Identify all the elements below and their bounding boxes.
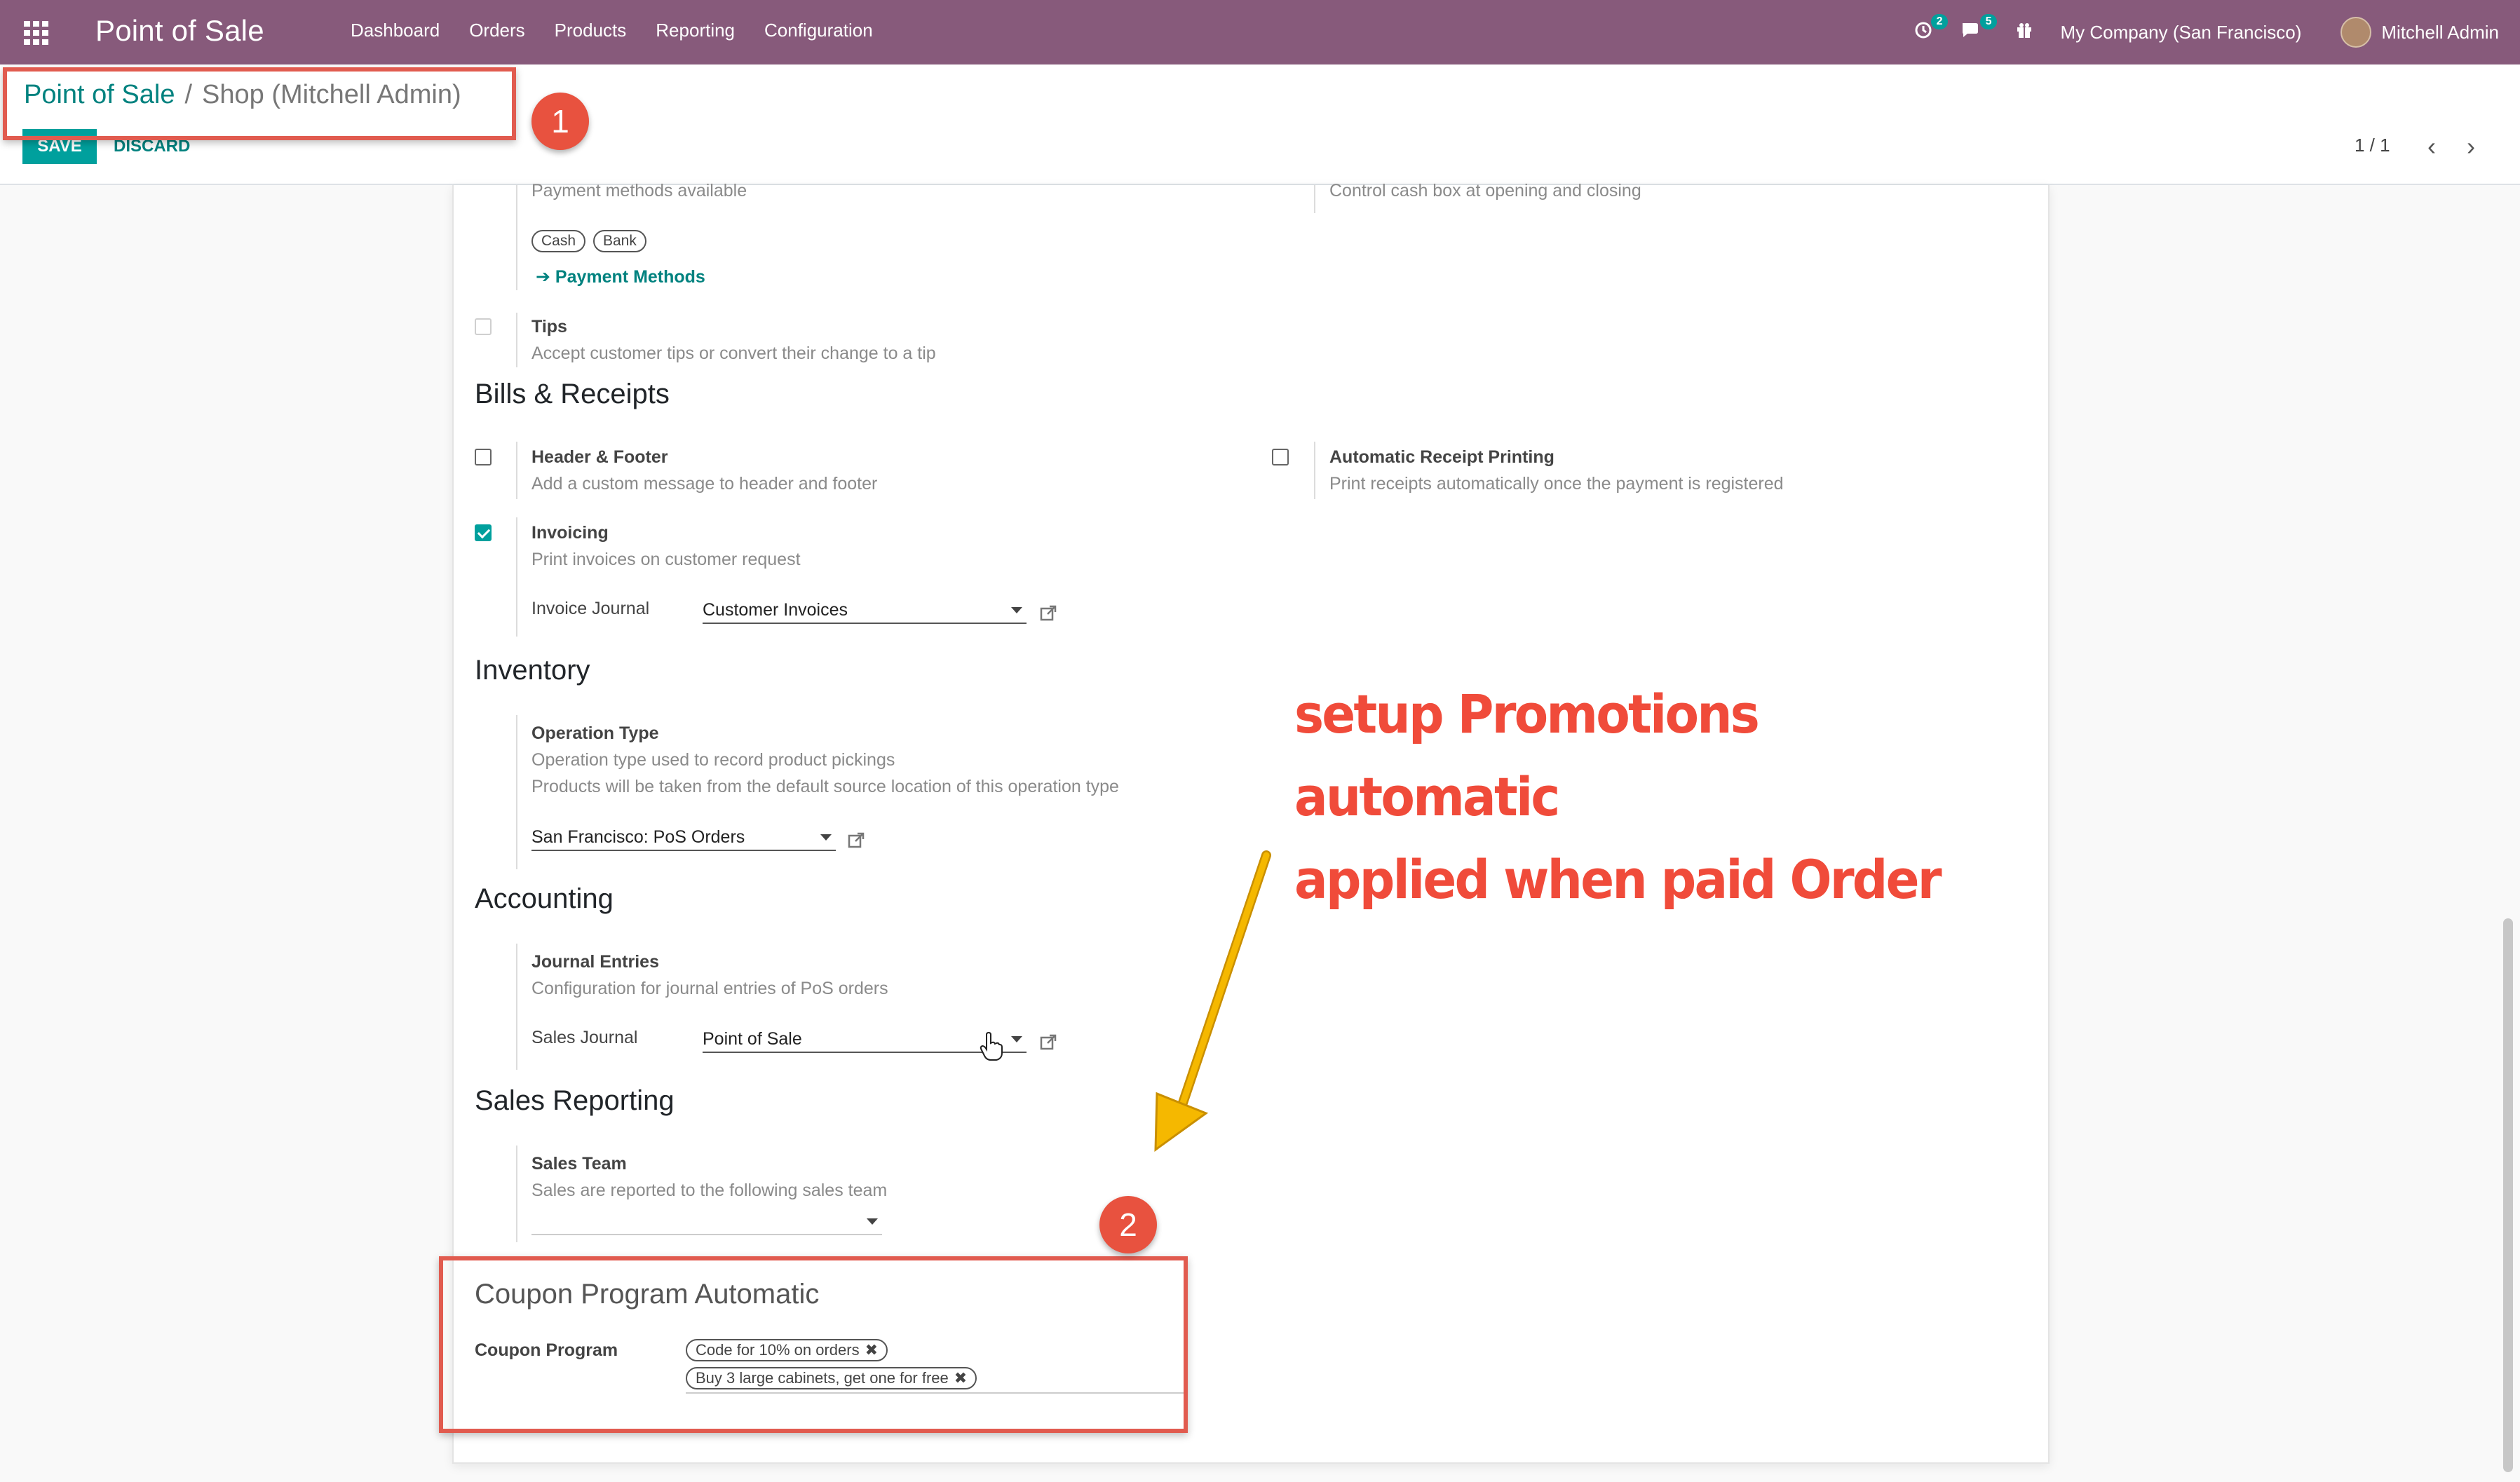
tag-label: Bank — [603, 233, 637, 249]
sales-journal-select[interactable]: Point of Sale — [703, 1026, 1027, 1053]
auto-receipt-checkbox[interactable] — [1272, 449, 1289, 465]
apps-grid-icon[interactable] — [24, 21, 49, 45]
payment-method-tag-bank[interactable]: Bank — [593, 230, 646, 252]
invoicing-label: Invoicing — [531, 523, 609, 543]
systray: 2 5 My Company (San Francisco) Mitchell … — [1914, 0, 2499, 64]
step-badge-2: 2 — [1099, 1196, 1157, 1253]
chevron-down-icon — [1011, 1036, 1022, 1042]
messages-chat-icon[interactable]: 5 — [1960, 13, 1998, 44]
user-avatar[interactable] — [2341, 17, 2372, 48]
chevron-down-icon — [820, 834, 832, 841]
sales-team-select[interactable] — [531, 1209, 882, 1235]
external-link-icon[interactable] — [1039, 1033, 1057, 1052]
invoicing-checkbox[interactable] — [475, 524, 492, 541]
chevron-down-icon — [1011, 607, 1022, 613]
setting-divider — [1314, 442, 1315, 499]
scrollbar[interactable] — [2503, 918, 2513, 1472]
operation-type-select[interactable]: San Francisco: PoS Orders — [531, 824, 836, 851]
chevron-down-icon — [867, 1218, 878, 1225]
journal-entries-label: Journal Entries — [531, 952, 659, 972]
pager-previous-icon[interactable]: ‹ — [2427, 132, 2436, 161]
annotation-note: setup Promotions automatic applied when … — [1294, 673, 1946, 921]
setting-divider — [516, 1146, 517, 1242]
setting-divider — [516, 185, 517, 290]
company-switcher[interactable]: My Company (San Francisco) — [2060, 22, 2301, 43]
section-title-inventory: Inventory — [475, 655, 590, 686]
activity-clock-icon[interactable]: 2 — [1914, 13, 1949, 44]
invoice-journal-select[interactable]: Customer Invoices — [703, 597, 1027, 624]
setting-divider — [516, 517, 517, 637]
payment-methods-link-label: Payment Methods — [555, 267, 705, 287]
arrow-right-icon: ➔ — [536, 267, 555, 287]
setting-divider — [516, 313, 517, 367]
activity-badge: 2 — [1930, 13, 1949, 29]
header-footer-label: Header & Footer — [531, 447, 668, 467]
tips-label: Tips — [531, 317, 567, 336]
payment-methods-link[interactable]: ➔ Payment Methods — [536, 266, 705, 287]
user-menu[interactable]: Mitchell Admin — [2381, 22, 2499, 43]
operation-type-value: San Francisco: PoS Orders — [531, 827, 745, 847]
setting-divider — [516, 442, 517, 499]
menu-configuration[interactable]: Configuration — [764, 20, 873, 41]
header-footer-checkbox[interactable] — [475, 449, 492, 465]
annotation-line-1: setup Promotions automatic — [1294, 683, 1760, 828]
tag-label: Cash — [541, 233, 576, 249]
external-link-icon[interactable] — [1039, 604, 1057, 623]
annotation-line-2: applied when paid Order — [1294, 848, 1942, 911]
header-footer-description: Add a custom message to header and foote… — [531, 474, 878, 494]
auto-receipt-description: Print receipts automatically once the pa… — [1329, 474, 1784, 494]
yellow-arrow-icon — [1136, 841, 1276, 1181]
setting-divider — [516, 944, 517, 1070]
main-menu: Dashboard Orders Products Reporting Conf… — [351, 20, 902, 41]
section-title-sales-reporting: Sales Reporting — [475, 1085, 675, 1116]
payment-methods-description: Payment methods available — [531, 181, 747, 200]
setting-divider — [1314, 185, 1315, 213]
sales-journal-value: Point of Sale — [703, 1028, 802, 1049]
invoicing-description: Print invoices on customer request — [531, 550, 801, 569]
tips-checkbox[interactable] — [475, 318, 492, 335]
setting-divider — [516, 715, 517, 869]
operation-type-label: Operation Type — [531, 723, 659, 743]
operation-type-description-2: Products will be taken from the default … — [531, 777, 1119, 796]
hand-pointer-cursor-icon — [980, 1031, 1003, 1065]
menu-dashboard[interactable]: Dashboard — [351, 20, 440, 41]
operation-type-description: Operation type used to record product pi… — [531, 750, 895, 770]
pager-value[interactable]: 1 / 1 — [2355, 135, 2390, 156]
menu-products[interactable]: Products — [555, 20, 627, 41]
invoice-journal-label: Invoice Journal — [531, 599, 650, 618]
section-title-bills-receipts: Bills & Receipts — [475, 379, 670, 409]
journal-entries-description: Configuration for journal entries of PoS… — [531, 979, 888, 998]
section-title-accounting: Accounting — [475, 883, 614, 914]
gift-icon[interactable] — [2015, 21, 2033, 44]
external-link-icon[interactable] — [847, 831, 865, 850]
auto-receipt-label: Automatic Receipt Printing — [1329, 447, 1554, 467]
tips-description: Accept customer tips or convert their ch… — [531, 344, 936, 363]
top-navbar: Point of Sale Dashboard Orders Products … — [0, 0, 2520, 64]
app-title[interactable]: Point of Sale — [95, 14, 264, 48]
highlight-box-2 — [439, 1256, 1188, 1433]
highlight-box-1 — [3, 67, 516, 140]
sales-team-description: Sales are reported to the following sale… — [531, 1181, 888, 1200]
sales-journal-label: Sales Journal — [531, 1028, 638, 1047]
step-badge-1: 1 — [531, 93, 589, 150]
payment-method-tag-cash[interactable]: Cash — [531, 230, 586, 252]
cash-control-description: Control cash box at opening and closing — [1329, 181, 1641, 200]
messages-badge: 5 — [1979, 13, 1998, 29]
pager-next-icon[interactable]: › — [2467, 132, 2475, 161]
invoice-journal-value: Customer Invoices — [703, 599, 848, 620]
menu-orders[interactable]: Orders — [469, 20, 524, 41]
menu-reporting[interactable]: Reporting — [656, 20, 735, 41]
sales-team-label: Sales Team — [531, 1154, 627, 1174]
